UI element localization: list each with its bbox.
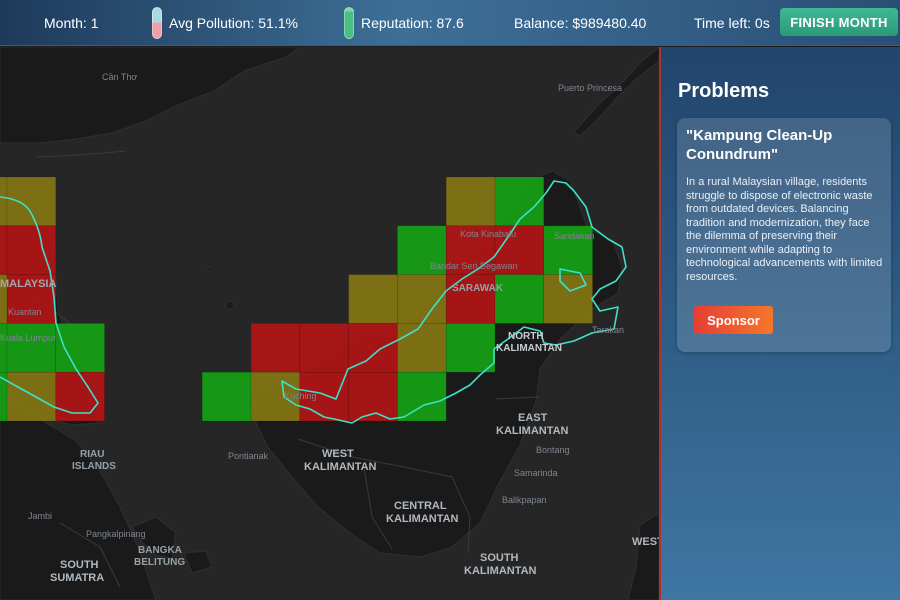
time-left-label: Time left: 0s bbox=[694, 15, 770, 31]
pollution-tile[interactable] bbox=[201, 371, 252, 422]
pollution-tile[interactable] bbox=[6, 371, 57, 422]
map-label-jambi: Jambi bbox=[28, 511, 52, 521]
map-label-west-kalimantan-2: KALIMANTAN bbox=[304, 461, 377, 473]
map-label-south-kalimantan-2: KALIMANTAN bbox=[464, 565, 537, 577]
map-label-riau-islands-2: ISLANDS bbox=[72, 461, 116, 472]
map-label-north-kalimantan-1: NORTH bbox=[508, 331, 544, 342]
pollution-indicator: Avg Pollution: 51.1% bbox=[152, 0, 298, 46]
finish-month-button[interactable]: FINISH MONTH bbox=[780, 8, 898, 36]
pollution-tile[interactable] bbox=[445, 176, 496, 227]
map-label-kuantan: Kuantan bbox=[8, 307, 42, 317]
month-indicator: Month: 1 bbox=[44, 0, 98, 46]
pollution-tile[interactable] bbox=[348, 274, 398, 324]
map-label-kota-kinabalu: Kota Kinabalu bbox=[460, 229, 516, 239]
pollution-tile[interactable] bbox=[55, 323, 105, 373]
small-island bbox=[207, 266, 213, 272]
sulawesi-landmass bbox=[627, 512, 659, 600]
map-canvas[interactable]: Cần Thơ Puerto Princesa MALAYSIA Kuantan… bbox=[0, 47, 659, 600]
top-hud: Month: 1 Avg Pollution: 51.1% Reputation… bbox=[0, 0, 900, 46]
map-label-bandar-seri-begawan: Bandar Seri Begawan bbox=[430, 261, 518, 271]
avg-pollution-label: Avg Pollution: 51.1% bbox=[169, 15, 298, 31]
map-label-bangka-belitung-2: BELITUNG bbox=[134, 557, 185, 568]
balance-indicator: Balance: $989480.40 bbox=[514, 0, 646, 46]
map-label-east-kalimantan-1: EAST bbox=[518, 412, 548, 424]
map-view[interactable]: Cần Thơ Puerto Princesa MALAYSIA Kuantan… bbox=[0, 47, 659, 600]
timer-indicator: Time left: 0s bbox=[694, 0, 770, 46]
problem-card: "Kampung Clean-Up Conundrum" In a rural … bbox=[677, 118, 891, 352]
reputation-meter bbox=[344, 7, 354, 39]
map-label-south-kalimantan-1: SOUTH bbox=[480, 552, 519, 564]
map-label-sandakan: Sandakan bbox=[554, 231, 595, 241]
map-label-sarawak: SARAWAK bbox=[452, 283, 504, 294]
map-label-central-kalimantan-1: CENTRAL bbox=[394, 500, 447, 512]
problems-panel: Problems "Kampung Clean-Up Conundrum" In… bbox=[659, 47, 900, 600]
map-label-pontianak: Pontianak bbox=[228, 451, 269, 461]
map-label-tarakan: Tarakan bbox=[592, 325, 624, 335]
pollution-tile[interactable] bbox=[397, 323, 447, 373]
map-label-riau-islands-1: RIAU bbox=[80, 449, 104, 460]
map-label-malaysia: MALAYSIA bbox=[0, 278, 56, 290]
pollution-tile[interactable] bbox=[445, 323, 496, 373]
map-label-south-sumatra-2: SUMATRA bbox=[50, 572, 104, 584]
pollution-tile[interactable] bbox=[397, 371, 447, 422]
sponsor-button[interactable]: Sponsor bbox=[694, 306, 773, 334]
map-label-west-kalimantan-1: WEST bbox=[322, 448, 354, 460]
pollution-tile[interactable] bbox=[6, 323, 57, 373]
problem-title: "Kampung Clean-Up Conundrum" bbox=[686, 127, 833, 163]
pollution-tile[interactable] bbox=[299, 323, 349, 373]
map-label-bontang: Bontang bbox=[536, 445, 570, 455]
indochina-landmass bbox=[0, 47, 301, 144]
pollution-tile[interactable] bbox=[494, 274, 545, 324]
map-label-samarinda: Samarinda bbox=[514, 468, 558, 478]
natuna-island bbox=[225, 300, 235, 310]
belitung-island bbox=[183, 550, 213, 574]
map-label-central-kalimantan-2: KALIMANTAN bbox=[386, 513, 459, 525]
problem-description: In a rural Malaysian village, residents … bbox=[686, 176, 883, 283]
map-label-kuching: Kuching bbox=[284, 391, 317, 401]
map-label-pangkalpinang: Pangkalpinang bbox=[86, 529, 146, 539]
pollution-meter bbox=[152, 7, 162, 39]
map-label-north-kalimantan-2: KALIMANTAN bbox=[496, 343, 562, 354]
reputation-label: Reputation: 87.6 bbox=[361, 15, 464, 31]
panel-title: Problems bbox=[678, 80, 770, 102]
map-label-south-sumatra-1: SOUTH bbox=[60, 559, 99, 571]
pollution-tile[interactable] bbox=[6, 176, 57, 227]
pollution-tile[interactable] bbox=[445, 274, 496, 324]
pollution-tile[interactable] bbox=[0, 323, 8, 373]
map-label-bangka-belitung-1: BANGKA bbox=[138, 545, 182, 556]
reputation-indicator: Reputation: 87.6 bbox=[344, 0, 464, 46]
pollution-tile[interactable] bbox=[0, 225, 8, 275]
map-label-puerto-princesa: Puerto Princesa bbox=[558, 83, 622, 93]
balance-label: Balance: $989480.40 bbox=[514, 15, 647, 31]
map-label-east-kalimantan-2: KALIMANTAN bbox=[496, 425, 569, 437]
map-label-balikpapan: Balikpapan bbox=[502, 495, 547, 505]
month-label: Month: 1 bbox=[44, 15, 99, 31]
pollution-tile[interactable] bbox=[0, 176, 8, 227]
pollution-tile[interactable] bbox=[250, 323, 301, 373]
map-label-west-edge: WEST bbox=[632, 536, 659, 548]
map-label-kuala-lumpur: Kuala Lumpur bbox=[0, 333, 56, 343]
map-label-can-tho: Cần Thơ bbox=[102, 72, 137, 82]
